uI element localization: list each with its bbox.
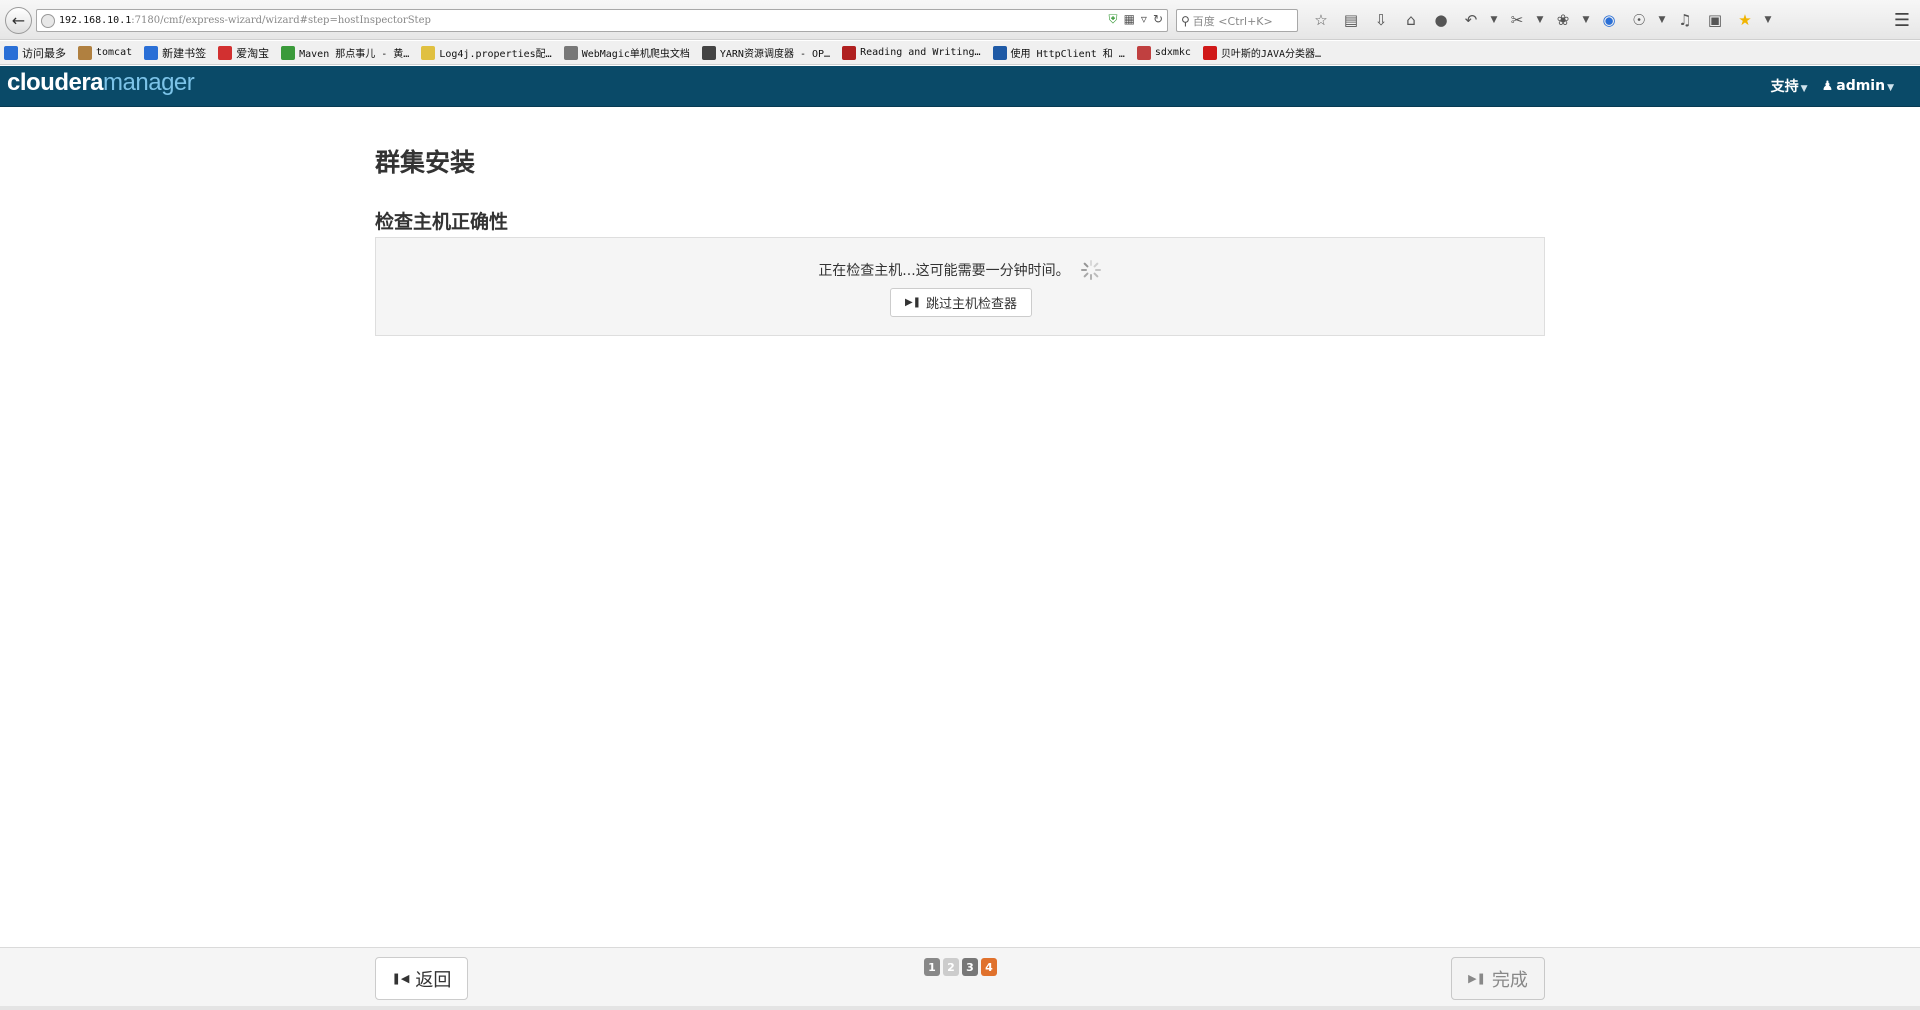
chevron-down-icon[interactable]: ▼ [1532, 8, 1548, 32]
bookmark-label: 访问最多 [22, 46, 66, 60]
download-icon[interactable]: ⇩ [1366, 8, 1396, 32]
bookmark-favicon-icon [992, 45, 1007, 60]
bookmark-label: WebMagic单机爬虫文档 [581, 49, 690, 60]
loading-spinner-icon [1080, 259, 1102, 281]
skip-forward-icon: ▶❚ [904, 297, 922, 308]
done-button[interactable]: ▶❚ 完成 [1451, 957, 1545, 1000]
chevron-down-icon[interactable]: ▼ [1760, 8, 1776, 32]
bookmark-label: 爱淘宝 [236, 46, 270, 60]
bookmark-label: sdxmkc [1154, 47, 1191, 58]
bookmark-item[interactable]: Maven 那点事儿 - 黄… [281, 45, 409, 60]
user-menu[interactable]: ♟ admin ▼ [1822, 78, 1894, 94]
skip-forward-icon: ▶❚ [1468, 972, 1486, 985]
bookmarks-bar: 访问最多 tomcat 新建书签 爱淘宝 Maven 那点事儿 - 黄… Log4j.pr… [0, 41, 1920, 65]
step-3: 3 [962, 958, 978, 976]
browser-toolbar: ← 192.168.10.1:7180/cmf/express-wizard/w… [0, 0, 1920, 40]
bookmark-label: tomcat [96, 47, 133, 58]
bookmark-item[interactable]: WebMagic单机爬虫文档 [563, 45, 690, 60]
home-icon[interactable]: ⌂ [1396, 8, 1426, 32]
host-inspector-panel: 正在检查主机...这可能需要一分钟时间。 ▶❚ 跳过主机检查器 [375, 237, 1545, 336]
url-host: 192.168.10.1 [59, 15, 132, 26]
site-identity-icon[interactable] [41, 13, 55, 28]
undo-icon[interactable]: ↶ [1456, 8, 1486, 32]
skip-button-label: 跳过主机检查器 [926, 297, 1018, 312]
chevron-down-icon[interactable]: ▼ [1578, 8, 1594, 32]
bookmark-item[interactable]: 新建书签 [144, 45, 206, 61]
favorites-icon[interactable]: ★ [1730, 8, 1760, 32]
search-placeholder: 百度 <Ctrl+K> [1192, 14, 1273, 28]
bookmark-favicon-icon [4, 45, 18, 60]
bookmark-favicon-icon [701, 45, 716, 60]
reload-icon[interactable]: ↻ [1153, 12, 1163, 27]
feather-icon[interactable]: ❀ [1548, 8, 1578, 32]
step-4: 4 [981, 958, 997, 976]
bookmark-favicon-icon [1202, 45, 1217, 60]
address-bar[interactable]: 192.168.10.1:7180/cmf/express-wizard/wiz… [36, 9, 1168, 32]
back-arrow-icon[interactable]: ← [5, 7, 32, 34]
search-input[interactable]: ⚲ 百度 <Ctrl+K> [1176, 9, 1298, 32]
done-label: 完成 [1491, 969, 1528, 991]
bookmark-favicon-icon [144, 45, 159, 60]
step-2: 2 [943, 958, 959, 976]
bookmark-item[interactable]: 爱淘宝 [218, 45, 269, 61]
section-title: 检查主机正确性 [375, 211, 509, 233]
bookmark-item[interactable]: tomcat [78, 45, 133, 60]
chevron-down-icon[interactable]: ▼ [1486, 8, 1502, 32]
browser-status-bar [0, 1006, 1920, 1010]
caret-down-icon: ▼ [1800, 84, 1808, 94]
bookmark-label: 新建书签 [162, 46, 207, 60]
bookmark-item[interactable]: 使用 HttpClient 和 … [992, 45, 1125, 60]
bookmark-favicon-icon [842, 45, 857, 60]
bookmark-label: Reading and Writing… [860, 47, 981, 58]
bookmark-label: YARN资源调度器 - OP… [719, 49, 831, 60]
app-header: clouderamanager 支持 ▼ ♟ admin ▼ [0, 66, 1920, 107]
crop-icon[interactable]: ✂ [1502, 8, 1532, 32]
hamburger-menu-icon[interactable]: ☰ [1890, 8, 1914, 32]
bookmark-item[interactable]: 贝叶斯的JAVA分类器… [1202, 45, 1322, 60]
bookmark-label: 使用 HttpClient 和 … [1010, 49, 1125, 60]
eye-icon[interactable]: ☉ [1624, 8, 1654, 32]
user-icon: ♟ [1821, 79, 1834, 94]
screenshot-icon[interactable]: ▣ [1700, 8, 1730, 32]
bookmark-label: 贝叶斯的JAVA分类器… [1220, 49, 1322, 60]
caret-down-icon: ▼ [1887, 83, 1894, 93]
bookmark-item[interactable]: sdxmkc [1136, 45, 1191, 60]
dropdown-arrow-icon[interactable]: ▿ [1141, 12, 1147, 27]
back-label: 返回 [415, 969, 452, 991]
bookmark-favicon-icon [1136, 45, 1151, 60]
bookmark-item[interactable]: Reading and Writing… [842, 45, 981, 60]
wizard-footer: ❚◀ 返回 1234 ▶❚ 完成 [0, 947, 1920, 1010]
reading-list-icon[interactable]: ▤ [1336, 8, 1366, 32]
bookmark-item[interactable]: Log4j.properties配… [421, 45, 552, 60]
status-text: 正在检查主机...这可能需要一分钟时间。 [818, 263, 1070, 279]
user-label: admin [1836, 78, 1886, 94]
url-path: :7180/cmf/express-wizard/wizard#step=hos… [131, 15, 431, 26]
bookmark-favicon-icon [218, 45, 233, 60]
sync-icon[interactable]: ◉ [1594, 8, 1624, 32]
support-label: 支持 [1770, 79, 1799, 95]
page-title: 群集安装 [375, 148, 476, 177]
qr-code-icon[interactable]: ▦ [1124, 12, 1135, 27]
skip-back-icon: ❚◀ [391, 972, 410, 985]
chevron-down-icon[interactable]: ▼ [1654, 8, 1670, 32]
step-1: 1 [924, 958, 940, 976]
bookmark-favicon-icon [421, 45, 436, 60]
shield-icon[interactable]: ⛨ [1109, 12, 1118, 27]
bookmark-label: Maven 那点事儿 - 黄… [299, 49, 410, 60]
chat-icon[interactable]: ● [1426, 8, 1456, 32]
step-indicator: 1234 [924, 958, 997, 976]
cloudera-manager-logo[interactable]: clouderamanager [7, 69, 195, 97]
bookmark-favicon-icon [281, 45, 296, 60]
bookmark-item[interactable]: 访问最多 [4, 45, 66, 61]
bookmark-favicon-icon [563, 45, 578, 60]
search-icon: ⚲ [1181, 13, 1190, 28]
skip-host-inspector-button[interactable]: ▶❚ 跳过主机检查器 [890, 288, 1032, 317]
bookmark-star-icon[interactable]: ☆ [1306, 8, 1336, 32]
bookmark-label: Log4j.properties配… [439, 49, 552, 60]
speaker-icon[interactable]: ♫ [1670, 8, 1700, 32]
support-menu[interactable]: 支持 ▼ [1771, 76, 1808, 96]
bookmark-favicon-icon [78, 45, 92, 60]
back-button[interactable]: ❚◀ 返回 [375, 957, 468, 1000]
bookmark-item[interactable]: YARN资源调度器 - OP… [701, 45, 831, 60]
